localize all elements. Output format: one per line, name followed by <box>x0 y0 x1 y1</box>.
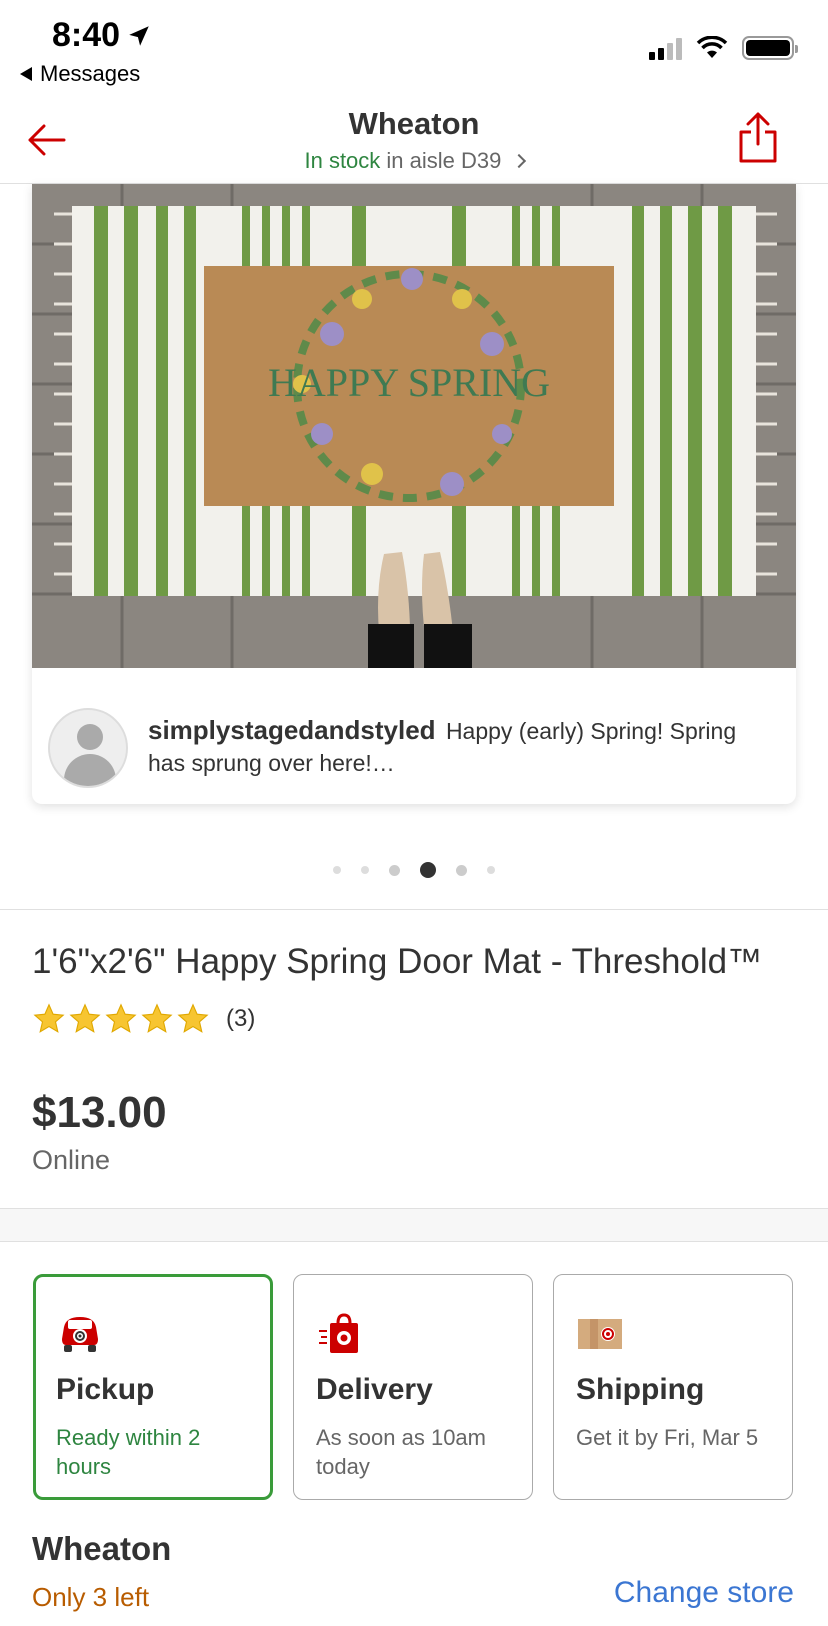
fulfillment-options: Pickup Ready within 2 hours Delivery As … <box>33 1274 793 1500</box>
delivery-bag-icon <box>319 1313 358 1353</box>
status-icons <box>649 36 798 60</box>
price-label: Online <box>32 1145 111 1175</box>
divider <box>0 909 828 910</box>
star-icon <box>69 1003 101 1033</box>
change-store-link[interactable]: Change store <box>614 1576 794 1610</box>
pickup-store-name: Wheaton <box>32 1530 172 1567</box>
review-text: simplystagedandstyled Happy (early) Spri… <box>148 708 778 788</box>
star-icon <box>141 1003 173 1033</box>
star-icon <box>105 1003 137 1033</box>
shipping-box-icon <box>578 1319 622 1349</box>
back-to-messages[interactable]: Messages <box>20 61 140 87</box>
delivery-option[interactable]: Delivery As soon as 10am today <box>293 1274 533 1500</box>
back-triangle-icon <box>20 67 32 81</box>
stock-aisle-link[interactable]: In stock in aisle D39 <box>0 148 828 174</box>
store-header: Wheaton In stock in aisle D39 <box>0 96 828 184</box>
store-title: Wheaton <box>348 106 480 141</box>
review-username: simplystagedandstyled <box>148 715 436 745</box>
pickup-title: Pickup <box>56 1373 155 1406</box>
clock: 8:40 <box>52 16 152 55</box>
star-icon <box>33 1003 65 1033</box>
carousel-dots <box>0 862 828 878</box>
instagram-review[interactable]: simplystagedandstyled Happy (early) Spri… <box>48 708 778 788</box>
delivery-title: Delivery <box>316 1373 433 1406</box>
star-icon <box>177 1003 209 1033</box>
product-image-carousel[interactable]: HAPPY SPRING simplystagedandstyled Happy… <box>32 184 796 804</box>
delivery-subtitle: As soon as 10am today <box>316 1425 486 1479</box>
carousel-dot[interactable] <box>389 864 400 876</box>
carousel-dot[interactable] <box>487 866 495 874</box>
shipping-option[interactable]: Shipping Get it by Fri, Mar 5 <box>553 1274 793 1500</box>
stock-status: In stock <box>304 148 381 173</box>
door-mat-photo: HAPPY SPRING <box>32 184 796 668</box>
shipping-subtitle: Get it by Fri, Mar 5 <box>576 1425 759 1450</box>
carousel-dot-active[interactable] <box>420 862 436 878</box>
user-avatar-icon <box>48 708 128 788</box>
location-arrow-icon <box>129 25 149 46</box>
aisle-text: in aisle D39 <box>386 148 502 173</box>
status-bar: 8:40 Messages <box>0 0 828 96</box>
rating-count: (3) <box>226 1005 256 1032</box>
section-separator <box>0 1208 828 1242</box>
pickup-subtitle: Ready within 2 hours <box>56 1425 201 1479</box>
carousel-dot[interactable] <box>333 866 341 874</box>
product-price: $13.00 <box>32 1088 167 1137</box>
mat-text: HAPPY SPRING <box>268 360 550 405</box>
clock-time: 8:40 <box>52 16 121 54</box>
carousel-dot[interactable] <box>361 866 369 874</box>
back-app-label: Messages <box>40 61 141 86</box>
wifi-icon <box>696 36 728 58</box>
stock-remaining: Only 3 left <box>32 1582 150 1612</box>
share-icon[interactable] <box>738 110 778 164</box>
pickup-car-icon <box>62 1317 98 1352</box>
pickup-option[interactable]: Pickup Ready within 2 hours <box>33 1274 273 1500</box>
cellular-signal-icon <box>649 36 682 60</box>
shipping-title: Shipping <box>576 1373 705 1406</box>
battery-icon <box>742 36 798 60</box>
product-title: 1'6"x2'6" Happy Spring Door Mat - Thresh… <box>32 942 763 981</box>
chevron-right-icon <box>511 153 526 169</box>
rating-stars[interactable]: (3) <box>32 1002 255 1036</box>
carousel-dot[interactable] <box>456 864 467 876</box>
